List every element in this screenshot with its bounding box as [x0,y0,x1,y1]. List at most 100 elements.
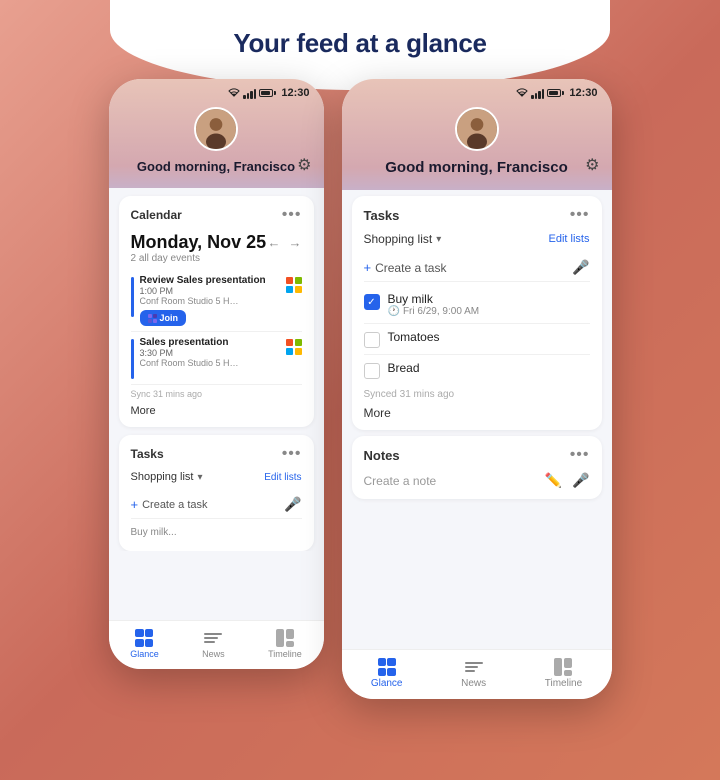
event-name-1: Review Sales presentation [140,275,280,286]
more-link-tasks-right[interactable]: More [364,406,590,420]
create-task-row-left: + Create a task 🎤 [131,491,302,519]
create-task-row-right: + Create a task 🎤 [364,254,590,282]
task-checkbox-2-right[interactable] [364,332,380,348]
bottom-nav-right: Glance News Timeline [342,649,612,699]
nav-timeline-left[interactable]: Timeline [268,629,302,659]
list-name-left[interactable]: Shopping list ▾ [131,471,203,483]
signal-icons-left [228,87,273,99]
more-link-calendar[interactable]: More [131,405,302,417]
task-due-text-1-right: Fri 6/29, 9:00 AM [403,306,479,317]
checkmark-1: ✓ [367,297,375,308]
mic-icon-right[interactable]: 🎤 [572,259,589,276]
phone-body-left: Calendar ••• Monday, Nov 25 ← → 2 all da… [109,188,324,551]
wifi-icon-right [516,88,528,98]
notes-card-right: Notes ••• Create a note ✏️ 🎤 [352,436,602,499]
cal-prev-btn[interactable]: ← [268,235,281,250]
tasks-card-right: Tasks ••• Shopping list ▾ Edit lists + C… [352,196,602,430]
calendar-date-text: Monday, Nov 25 [131,232,267,253]
nav-glance-left[interactable]: Glance [130,629,159,659]
event-time-1: 1:00 PM [140,286,280,296]
notes-header-right: Notes ••• [364,446,590,464]
ms-icon-event-1 [286,277,302,293]
glance-icon-right [378,658,396,676]
calendar-date: Monday, Nov 25 ← → [131,232,302,253]
phone-body-right: Tasks ••• Shopping list ▾ Edit lists + C… [342,190,612,555]
event-name-2: Sales presentation [140,337,280,348]
event-item-1: Review Sales presentation 1:00 PM Conf R… [131,270,302,332]
list-chevron-left: ▾ [198,472,203,483]
nav-timeline-right[interactable]: Timeline [545,658,582,689]
create-task-text-left[interactable]: + Create a task [131,497,208,512]
sync-text-calendar: Sync 31 mins ago [131,389,302,399]
list-name-right[interactable]: Shopping list ▾ [364,232,442,246]
status-time-right: 12:30 [569,87,597,99]
avatar-right [455,107,499,151]
ms-icon-event-2 [286,339,302,355]
calendar-title: Calendar [131,208,182,222]
calendar-card: Calendar ••• Monday, Nov 25 ← → 2 all da… [119,196,314,427]
create-task-text-right[interactable]: + Create a task [364,260,447,275]
status-bar-left: 12:30 [109,79,324,103]
nav-glance-label-left: Glance [130,649,159,659]
event-location-2: Conf Room Studio 5 Hub Large Privat... [140,358,240,368]
edit-lists-left[interactable]: Edit lists [264,472,301,483]
event-details-2: Sales presentation 3:30 PM Conf Room Stu… [140,337,280,368]
list-selector-right: Shopping list ▾ Edit lists [364,232,590,246]
nav-news-left[interactable]: News [202,629,225,659]
mic-icon-left[interactable]: 🎤 [284,496,301,513]
phones-container: 12:30 Good morning, Francisco ⚙ [109,79,612,699]
signal-bar-icon-right [531,87,544,99]
create-task-label-right: Create a task [375,261,446,275]
gear-button-right[interactable]: ⚙ [585,155,599,175]
notes-actions-right: ✏️ 🎤 [545,472,590,489]
tasks-more-dots-right[interactable]: ••• [570,206,590,224]
page-title: Your feed at a glance [233,28,486,59]
tasks-card-left: Tasks ••• Shopping list ▾ Edit lists + C… [119,435,314,551]
notes-create-text-right[interactable]: Create a note [364,474,437,488]
status-time-left: 12:30 [281,87,309,99]
plus-icon-left: + [131,497,139,512]
nav-timeline-label-left: Timeline [268,649,302,659]
nav-news-right[interactable]: News [461,658,486,689]
phone-right: 12:30 Good morning, Francisco ⚙ [342,79,612,699]
task-name-2-right: Tomatoes [388,330,440,344]
gear-button-left[interactable]: ⚙ [297,155,311,175]
clock-icon-task1: 🕐 [388,306,400,317]
timeline-icon-left [276,629,294,647]
event-bar-2 [131,339,134,379]
notes-title-right: Notes [364,448,400,463]
nav-news-label-right: News [461,678,486,689]
task-item-3-right: Bread [364,355,590,385]
tasks-title-left: Tasks [131,447,164,461]
calendar-more-dots[interactable]: ••• [282,206,302,224]
join-label: Join [160,313,179,323]
battery-icon-left [259,89,273,97]
pencil-icon-right[interactable]: ✏️ [545,472,562,489]
signal-bar-icon-left [243,87,256,99]
wifi-icon-left [228,88,240,98]
task-checkbox-3-right[interactable] [364,363,380,379]
nav-glance-label-right: Glance [371,678,403,689]
avatar-person-right [457,107,497,151]
event-item-2: Sales presentation 3:30 PM Conf Room Stu… [131,332,302,385]
tasks-more-dots-left[interactable]: ••• [282,445,302,463]
cal-next-btn[interactable]: → [289,235,302,250]
avatar-person-left [196,107,236,151]
greeting-right: Good morning, Francisco [385,159,568,176]
task-partial-left: Buy milk... [131,523,302,541]
notes-more-dots-right[interactable]: ••• [570,446,590,464]
create-task-label-left: Create a task [142,499,207,511]
task-name-3-right: Bread [388,361,420,375]
nav-timeline-label-right: Timeline [545,678,582,689]
task-checkbox-1-right[interactable]: ✓ [364,294,380,310]
tasks-header-left: Tasks ••• [131,445,302,463]
mic-icon-notes-right[interactable]: 🎤 [572,472,589,489]
greeting-left: Good morning, Francisco [137,159,295,174]
nav-glance-right[interactable]: Glance [371,658,403,689]
avatar-left [194,107,238,151]
task-due-1-right: 🕐 Fri 6/29, 9:00 AM [388,306,480,317]
edit-lists-right[interactable]: Edit lists [549,233,590,245]
task-name-1-right: Buy milk [388,292,480,306]
status-bar-right: 12:30 [342,79,612,103]
join-button[interactable]: Join [140,310,187,326]
